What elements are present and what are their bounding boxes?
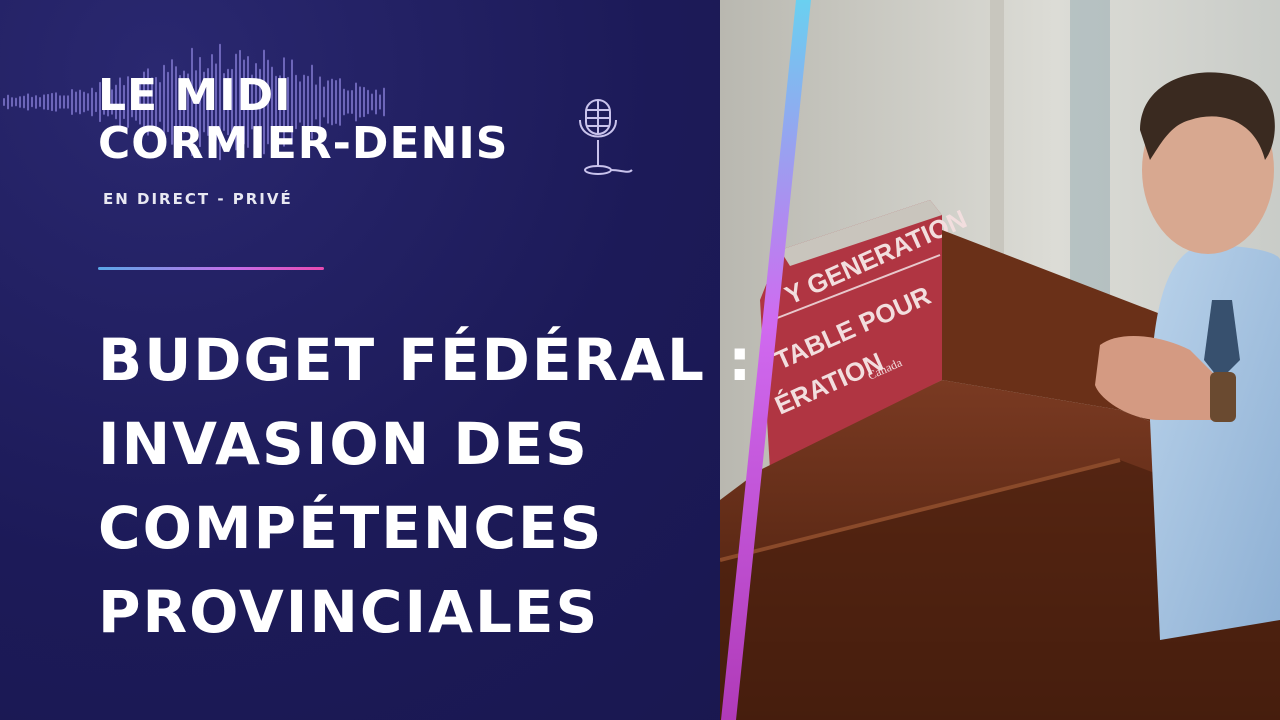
headline-line4: PROVINCIALES <box>98 578 600 646</box>
speaker-photo: Y GENERATION TABLE POUR ÉRATION Canada <box>720 0 1280 720</box>
show-title-line2: CORMIER-DENIS <box>98 118 509 169</box>
gradient-divider <box>98 267 324 270</box>
headline-line1: BUDGET FÉDÉRAL : <box>98 326 754 394</box>
photo-illustration: Y GENERATION TABLE POUR ÉRATION Canada <box>720 0 1280 720</box>
microphone-icon <box>579 99 633 175</box>
headline-line3: COMPÉTENCES <box>98 494 604 562</box>
headline: BUDGET FÉDÉRAL : INVASION DES COMPÉTENCE… <box>98 318 754 654</box>
headline-line2: INVASION DES <box>98 410 589 478</box>
show-title: LE MIDI CORMIER-DENIS <box>98 72 508 168</box>
live-tag: EN DIRECT - PRIVÉ <box>103 190 293 208</box>
show-title-line1: LE MIDI <box>98 70 292 121</box>
